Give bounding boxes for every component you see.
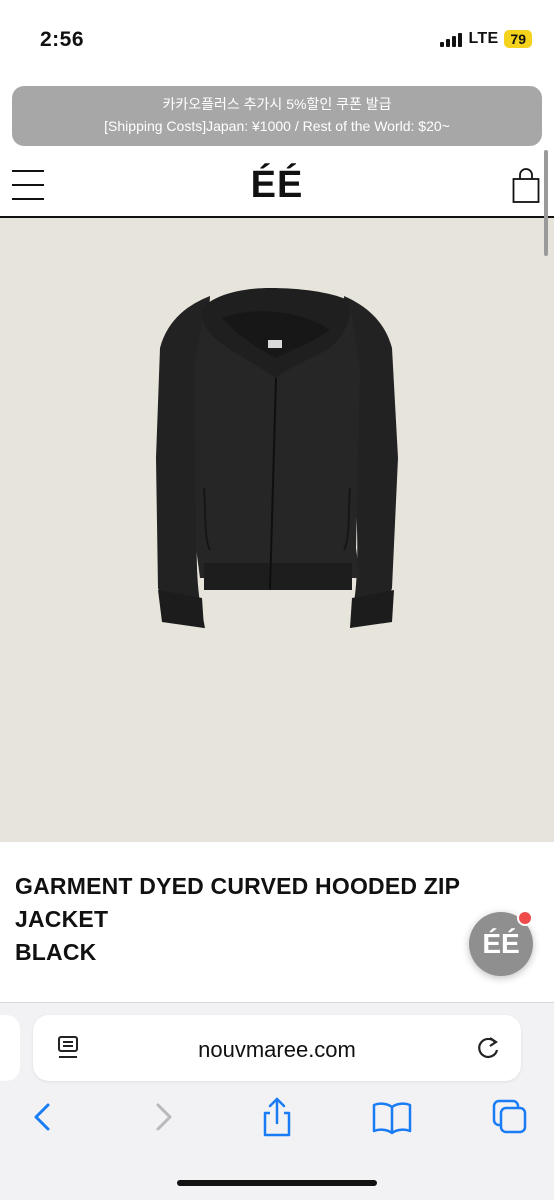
forward-icon[interactable]	[140, 1095, 184, 1139]
notification-badge	[517, 910, 533, 926]
product-color: BLACK	[15, 939, 97, 965]
site-header: ÉÉ	[0, 152, 554, 218]
battery-icon: 79	[504, 30, 532, 48]
previous-tab-peek[interactable]	[0, 1015, 20, 1081]
status-time: 2:56	[40, 28, 85, 51]
announcement-banner[interactable]: 카카오플러스 추가시 5%할인 쿠폰 발급 [Shipping Costs]Ja…	[12, 86, 542, 146]
site-logo[interactable]: ÉÉ	[0, 164, 554, 207]
reload-icon[interactable]	[475, 1034, 501, 1062]
product-image[interactable]	[0, 218, 554, 842]
browser-toolbar: nouvmaree.com	[0, 1002, 554, 1200]
network-label: LTE	[468, 30, 499, 47]
hoodie-illustration	[156, 288, 398, 628]
product-name: GARMENT DYED CURVED HOODED ZIP JACKET	[15, 873, 460, 932]
tabs-icon[interactable]	[488, 1095, 532, 1139]
back-icon[interactable]	[22, 1095, 66, 1139]
signal-icon	[440, 31, 463, 47]
banner-promo-text: 카카오플러스 추가시 5%할인 쿠폰 발급	[162, 96, 392, 112]
share-icon[interactable]	[255, 1095, 299, 1139]
home-indicator	[177, 1180, 377, 1186]
address-bar[interactable]: nouvmaree.com	[33, 1015, 521, 1081]
product-info: GARMENT DYED CURVED HOODED ZIP JACKET BL…	[0, 842, 554, 1002]
shopping-bag-icon[interactable]	[512, 168, 540, 204]
bookmarks-icon[interactable]	[370, 1095, 414, 1139]
scrollbar[interactable]	[544, 150, 548, 256]
browser-nav-row	[0, 1095, 554, 1145]
status-bar: 2:56 LTE 79	[0, 0, 554, 80]
banner-shipping-text: [Shipping Costs]Japan: ¥1000 / Rest of t…	[104, 118, 450, 134]
product-title: GARMENT DYED CURVED HOODED ZIP JACKET BL…	[15, 870, 465, 969]
status-indicators: LTE 79	[440, 30, 532, 48]
url-text: nouvmaree.com	[198, 1037, 356, 1062]
